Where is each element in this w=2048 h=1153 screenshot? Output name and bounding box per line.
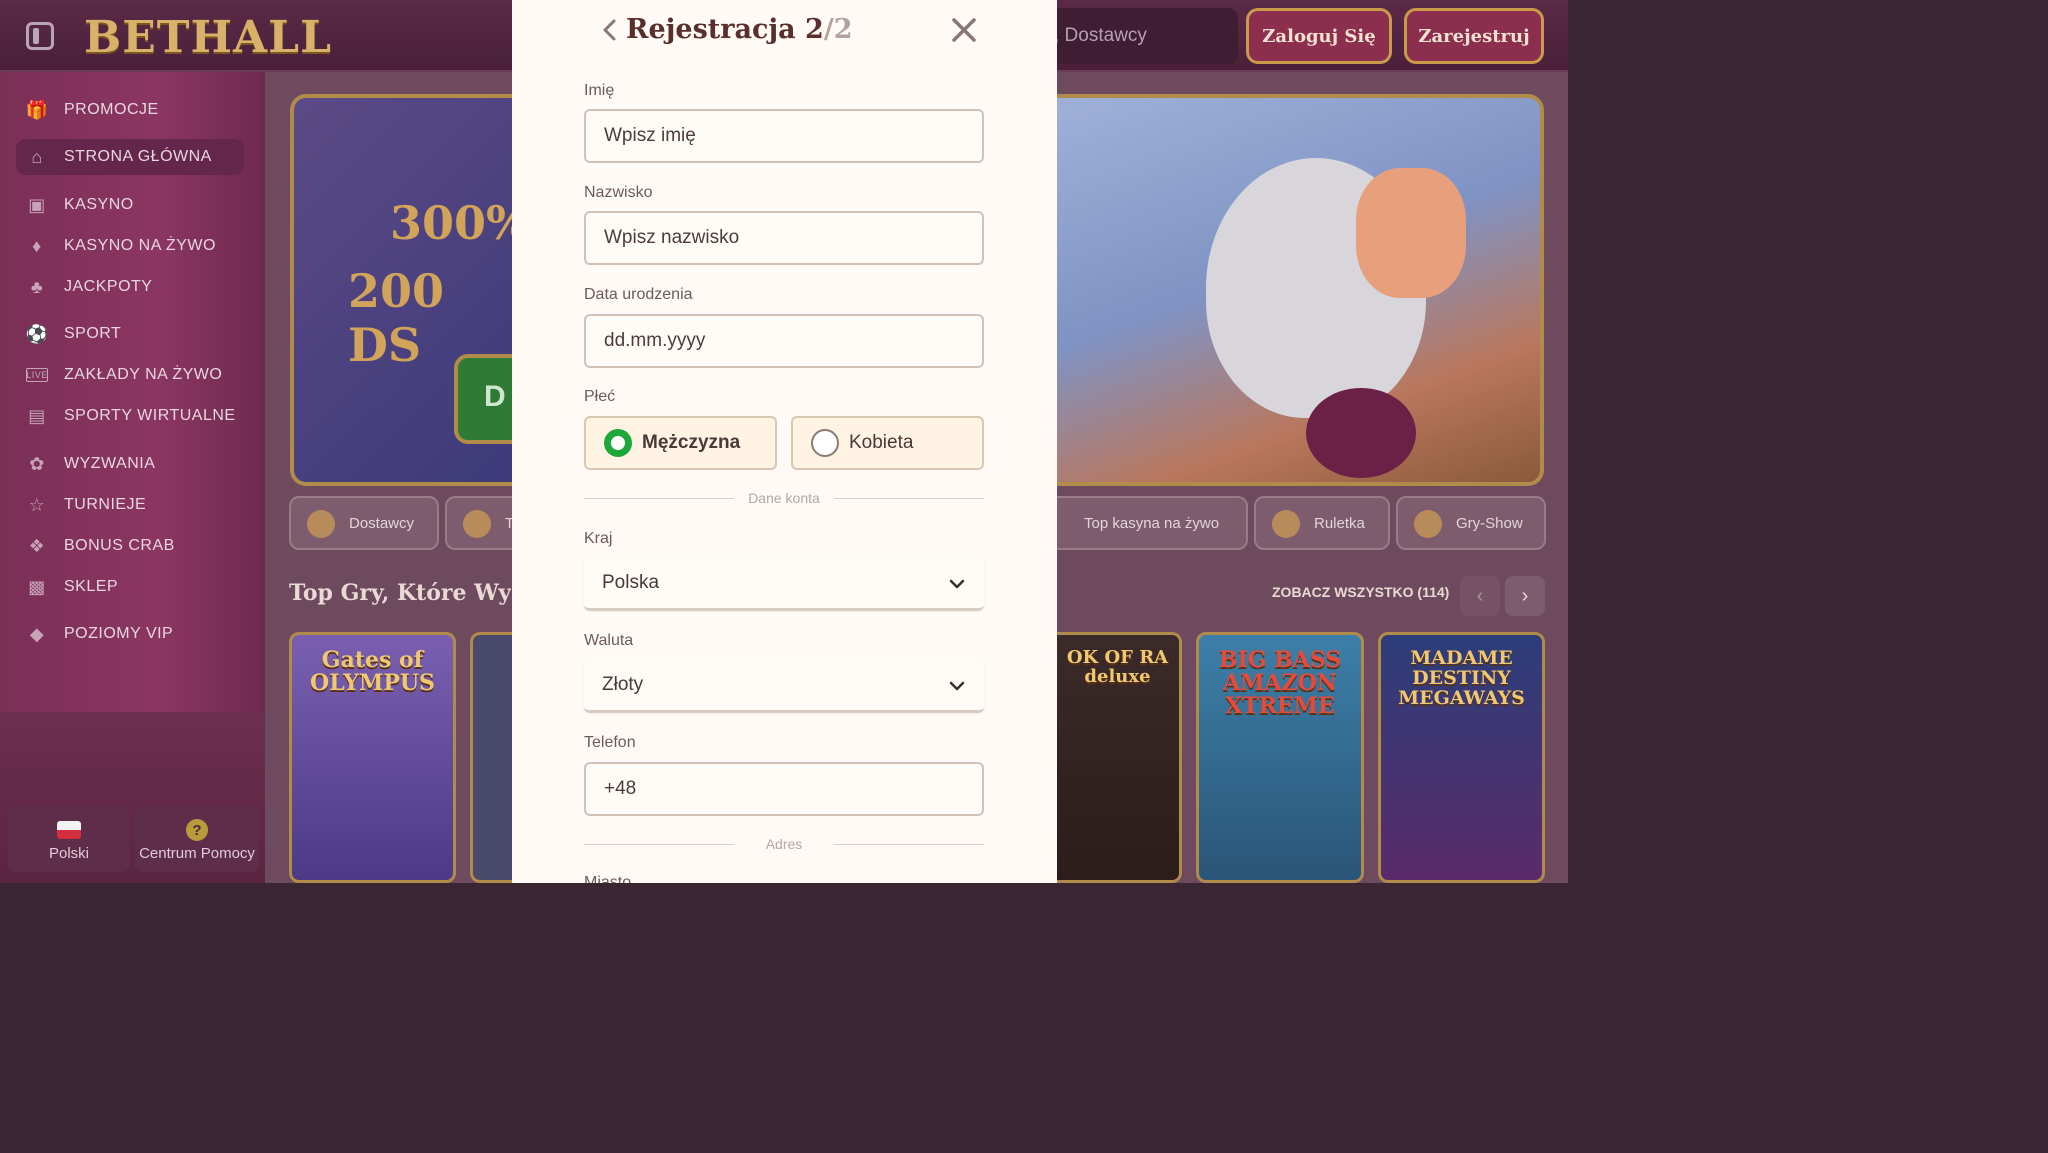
currency-value: Złoty (602, 673, 644, 695)
gender-option-label: Mężczyzna (642, 432, 741, 453)
last-name-label: Nazwisko (584, 184, 653, 201)
currency-label: Waluta (584, 632, 634, 649)
radio-checked-icon (604, 429, 632, 457)
country-value: Polska (602, 571, 660, 593)
city-label: Miasto (584, 874, 632, 883)
gender-label: Płeć (584, 388, 616, 405)
chevron-down-icon (949, 681, 965, 691)
first-name-input[interactable]: Wpisz imię (584, 109, 984, 163)
modal-title: Rejestracja 2/2 (626, 14, 853, 45)
birth-date-label: Data urodzenia (584, 286, 693, 303)
currency-select[interactable]: Złoty (584, 659, 984, 713)
registration-modal: Rejestracja 2/2 Imię Wpisz imię Nazwisko… (512, 0, 1057, 883)
last-name-input[interactable]: Wpisz nazwisko (584, 211, 984, 265)
first-name-label: Imię (584, 82, 615, 99)
birth-date-input[interactable]: dd.mm.yyyy (584, 314, 984, 368)
phone-input[interactable]: +48 (584, 762, 984, 816)
gender-option-female[interactable]: Kobieta (791, 416, 984, 470)
title-total: 2 (833, 14, 853, 45)
country-label: Kraj (584, 530, 613, 547)
section-label: Adres (765, 836, 803, 852)
chevron-down-icon (949, 579, 965, 589)
title-separator: / (823, 14, 834, 45)
phone-label: Telefon (584, 734, 636, 751)
country-select[interactable]: Polska (584, 557, 984, 611)
title-step: Rejestracja 2 (626, 14, 824, 45)
close-icon[interactable] (950, 16, 978, 44)
radio-unchecked-icon (811, 429, 839, 457)
address-section-divider: Adres (584, 836, 984, 852)
back-arrow-icon[interactable] (596, 16, 624, 44)
section-label: Dane konta (748, 490, 820, 506)
gender-option-male[interactable]: Mężczyzna (584, 416, 777, 470)
gender-option-label: Kobieta (849, 432, 914, 453)
account-section-divider: Dane konta (584, 490, 984, 506)
